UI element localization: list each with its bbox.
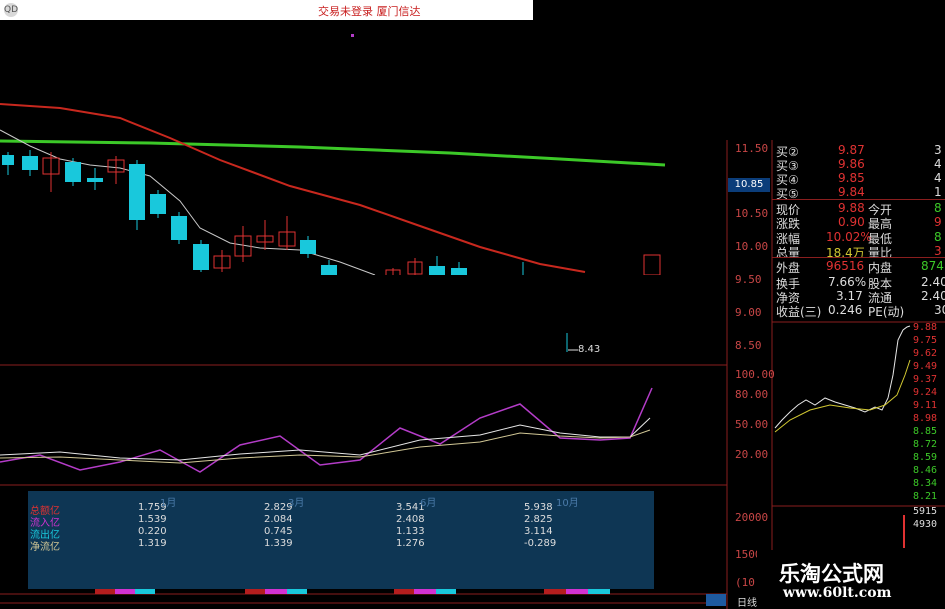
intraday-avg-line <box>774 359 911 433</box>
candle <box>65 162 81 182</box>
low-price-label: 8.43 <box>578 344 601 355</box>
marker-dot <box>351 34 354 37</box>
candle <box>643 254 661 276</box>
tab-daily[interactable]: 日线 <box>737 594 757 609</box>
divider <box>772 199 945 200</box>
intraday-price-line <box>774 325 911 429</box>
ma-white-line <box>0 129 376 276</box>
candle <box>171 216 187 240</box>
candle <box>321 265 337 275</box>
month-label: 3月 <box>288 498 305 509</box>
watermark-url: www.60lt.com <box>783 585 892 601</box>
price-tick: 11.50 <box>735 142 769 155</box>
indicator-tick: 80.00 <box>735 388 769 401</box>
indicator-tick: 100.00 <box>735 368 775 381</box>
volume-tick: 20000 <box>735 511 769 524</box>
watermark-name: 乐淘公式网 <box>779 562 884 586</box>
candle <box>22 156 38 170</box>
candle <box>87 178 103 182</box>
candle <box>193 244 209 270</box>
candle <box>2 155 14 165</box>
divider <box>772 257 945 258</box>
indicator-white-line <box>0 417 651 461</box>
volume-unit: (10 <box>735 576 755 589</box>
price-tick: 9.50 <box>735 273 762 286</box>
indicator-gold-line <box>0 429 651 464</box>
month-label: 6月 <box>420 498 437 509</box>
indicator-tick: 50.00 <box>735 418 769 431</box>
price-tick: 8.50 <box>735 339 762 352</box>
candle <box>300 240 316 254</box>
indicator-tick: 20.00 <box>735 448 769 461</box>
month-label: 1月 <box>160 498 177 509</box>
scroll-right-button <box>706 594 726 606</box>
price-tick: 10.50 <box>735 207 769 220</box>
ma-green-line <box>0 139 666 167</box>
price-tick: 9.00 <box>735 306 762 319</box>
indicator-purple-line <box>0 387 653 473</box>
price-tick: 10.00 <box>735 240 769 253</box>
fund-flow-panel: 总额亿 1.759 2.829 3.541 5.938 流入亿 1.539 2.… <box>28 491 654 589</box>
month-label: 10月 <box>556 498 579 509</box>
watermark: 乐淘公式网 www.60lt.com <box>757 550 945 609</box>
ma-red-line <box>0 103 586 273</box>
redacted-area <box>267 275 677 333</box>
candle <box>129 164 145 220</box>
candle <box>150 194 166 214</box>
current-price-tag: 10.85 <box>728 178 770 192</box>
